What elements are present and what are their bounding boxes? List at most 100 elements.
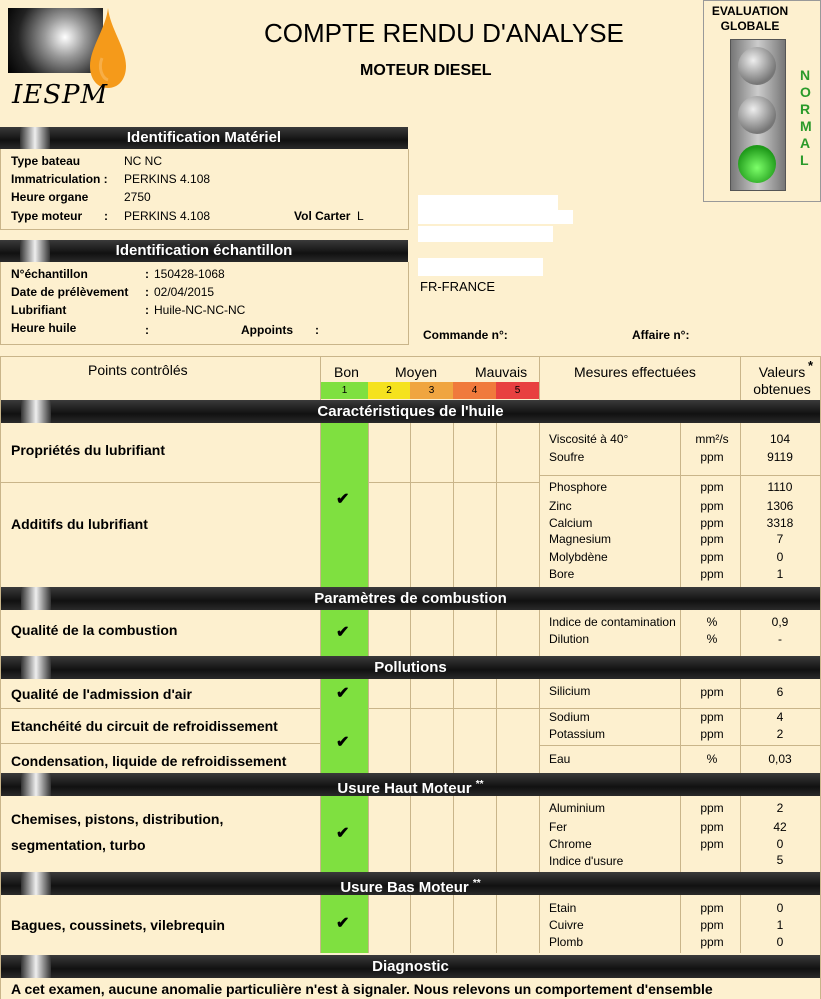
page-subtitle: MOTEUR DIESEL	[360, 62, 492, 79]
section-title: Diagnostic	[372, 958, 449, 975]
measure-name: Fer	[549, 820, 567, 834]
point-qualite-combustion: Qualité de la combustion	[11, 622, 178, 638]
evaluation-label: EVALUATION GLOBALE	[711, 4, 789, 33]
measure-value: 0	[776, 901, 784, 915]
measure-unit: ppm	[700, 685, 724, 699]
check-icon: ✔	[336, 491, 350, 508]
light-orange-off-icon	[738, 96, 776, 134]
measure-unit: %	[706, 615, 718, 629]
measure-value: 0,9	[771, 615, 789, 629]
measure-unit: ppm	[700, 567, 724, 581]
bon-header: Bon	[334, 364, 359, 380]
heure-organe-label: Heure organe	[11, 190, 89, 204]
measure-unit: ppm	[700, 450, 724, 464]
check-icon: ✔	[336, 915, 350, 932]
redacted-address-3	[418, 226, 553, 242]
measure-value: 2	[776, 727, 784, 741]
measure-name: Bore	[549, 567, 575, 581]
redacted-address-2	[418, 210, 573, 224]
colon: :	[145, 323, 149, 337]
measure-value: 4	[776, 710, 784, 724]
measure-value: 7	[776, 532, 784, 546]
measure-name: Soufre	[549, 450, 585, 464]
scale-2: 2	[368, 382, 410, 399]
measure-name: Chrome	[549, 837, 592, 851]
section-pollutions: Pollutions	[1, 656, 820, 679]
logo: IESPM	[8, 8, 126, 110]
client-country: FR-FRANCE	[420, 279, 496, 294]
points-controles-header: Points contrôlés	[88, 362, 188, 378]
section-title: Usure Haut Moteur	[337, 780, 472, 797]
check-icon: ✔	[336, 825, 350, 842]
measure-unit: ppm	[700, 550, 724, 564]
measure-name: Sodium	[549, 710, 590, 724]
measure-value: 1110	[767, 480, 793, 494]
echantillon-title: Identification échantillon	[115, 242, 293, 259]
measure-unit: ppm	[700, 710, 724, 724]
check-icon: ✔	[336, 624, 350, 641]
point-additifs: Additifs du lubrifiant	[11, 516, 148, 532]
measure-name: Potassium	[549, 727, 606, 741]
measure-value: 6	[776, 685, 784, 699]
measure-value: 3318	[766, 516, 794, 530]
row-divider	[368, 708, 820, 709]
type-bateau-value: NC NC	[124, 154, 162, 168]
scale-4: 4	[453, 382, 496, 399]
measure-unit: ppm	[700, 935, 724, 949]
measure-unit: ppm	[700, 727, 724, 741]
measure-value: -	[778, 632, 782, 646]
section-diagnostic: Diagnostic	[1, 955, 820, 978]
logo-text: IESPM	[12, 80, 109, 110]
point-bagues: Bagues, coussinets, vilebrequin	[11, 917, 225, 933]
measure-value: 0	[776, 935, 784, 949]
measure-name: Magnesium	[549, 532, 612, 546]
measure-name: Calcium	[549, 516, 593, 530]
measure-value: 104	[769, 432, 791, 446]
traffic-light	[730, 39, 786, 191]
evaluation-status: NORMAL	[800, 67, 812, 168]
measure-value: 5	[776, 853, 784, 867]
measure-unit: ppm	[700, 918, 724, 932]
materiel-title: Identification Matériel	[126, 129, 282, 146]
point-etancheite: Etanchéité du circuit de refroidissement	[11, 718, 278, 734]
measure-unit: %	[706, 632, 718, 646]
grid-line	[539, 356, 540, 953]
measure-name: Molybdène	[549, 550, 608, 564]
measure-value: 0,03	[768, 752, 792, 766]
measure-value: 0	[776, 837, 784, 851]
type-moteur-label: Type moteur	[11, 209, 83, 223]
section-title: Caractéristiques de l'huile	[317, 403, 504, 420]
point-chemises-2: segmentation, turbo	[11, 837, 146, 853]
vol-carter-label: Vol Carter	[294, 209, 351, 223]
point-admission: Qualité de l'admission d'air	[11, 686, 192, 702]
light-green-on-icon	[738, 145, 776, 183]
section-combustion: Paramètres de combustion	[1, 587, 820, 610]
diagnostic-text: A cet examen, aucune anomalie particuliè…	[11, 981, 713, 997]
section-title: Usure Bas Moteur	[340, 879, 469, 896]
section-haut-moteur: Usure Haut Moteur **	[1, 773, 820, 797]
measure-unit: ppm	[700, 480, 724, 494]
measure-value: 0	[776, 550, 784, 564]
row-divider	[0, 743, 321, 744]
section-stars: **	[475, 779, 484, 790]
measure-name: Indice d'usure	[549, 854, 624, 868]
date-label: Date de prélèvement	[11, 285, 129, 299]
moyen-header: Moyen	[395, 364, 438, 380]
vol-carter-unit: L	[357, 209, 364, 223]
measure-name: Phosphore	[549, 480, 608, 494]
light-red-off-icon	[738, 47, 776, 85]
lubrifiant-label: Lubrifiant	[11, 303, 67, 317]
measure-value: 1	[776, 567, 784, 581]
section-title: Pollutions	[374, 659, 447, 676]
valeurs-star: *	[808, 358, 814, 373]
scale-5: 5	[496, 382, 539, 399]
grid-line	[320, 356, 321, 953]
check-icon: ✔	[336, 734, 350, 751]
measure-unit: ppm	[700, 516, 724, 530]
mauvais-header: Mauvais	[475, 364, 528, 380]
redacted-address-4	[418, 258, 543, 276]
measure-name: Silicium	[549, 684, 591, 698]
mesures-header: Mesures effectuées	[574, 364, 696, 380]
appoints-label: Appoints	[241, 323, 293, 337]
scale-1: 1	[321, 382, 368, 399]
